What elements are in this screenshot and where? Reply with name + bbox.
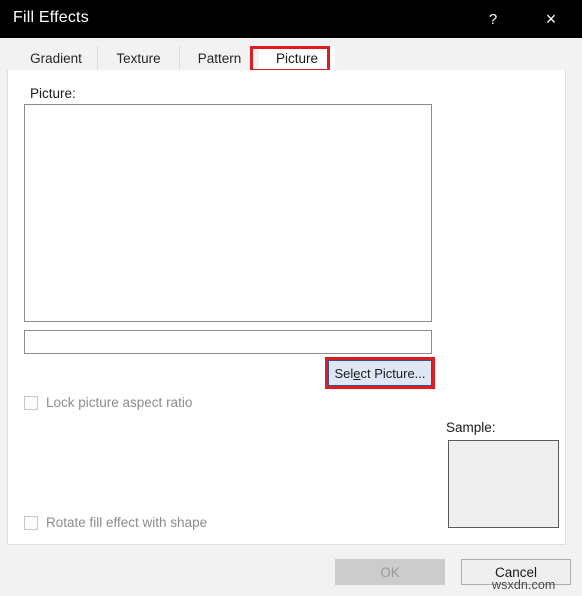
help-icon[interactable]: ? — [470, 0, 516, 38]
checkbox-rotate-fill-effect-label: Rotate fill effect with shape — [46, 515, 208, 530]
fill-effects-dialog: Fill Effects ? × Gradient Texture Patter… — [0, 0, 582, 596]
checkbox-rotate-fill-effect[interactable]: Rotate fill effect with shape — [24, 515, 207, 530]
checkbox-box-icon[interactable] — [24, 515, 38, 530]
tab-texture[interactable]: Texture — [97, 46, 179, 71]
picture-tab-panel: Picture: Sel e ct Picture... Lock picture … — [7, 70, 566, 545]
close-icon[interactable]: × — [528, 0, 574, 38]
sample-label: Sample: — [446, 420, 496, 435]
select-picture-mnemonic: e — [353, 365, 361, 381]
ok-button[interactable]: OK — [335, 559, 445, 585]
tab-picture[interactable]: Picture — [259, 46, 335, 71]
picture-path-input[interactable] — [24, 330, 432, 354]
tab-gradient[interactable]: Gradient — [15, 46, 97, 71]
picture-field-label: Picture: — [30, 86, 76, 101]
select-picture-label-part2: ct Picture... — [360, 365, 426, 381]
checkbox-lock-aspect-ratio[interactable]: Lock picture aspect ratio — [24, 395, 192, 410]
dialog-left-margin — [0, 38, 7, 596]
tab-strip: Gradient Texture Pattern Picture — [7, 41, 566, 71]
tab-pattern[interactable]: Pattern — [179, 46, 259, 71]
select-picture-label-part1: Sel — [334, 365, 354, 381]
dialog-right-margin — [566, 38, 582, 596]
checkbox-lock-aspect-ratio-label: Lock picture aspect ratio — [46, 395, 193, 410]
select-picture-button[interactable]: Sel e ct Picture... — [328, 360, 432, 386]
sample-preview-box — [448, 440, 559, 528]
window-title: Fill Effects — [13, 9, 89, 26]
title-bar: Fill Effects ? × — [0, 0, 582, 38]
picture-preview-box[interactable] — [24, 104, 432, 322]
watermark-text: wsxdn.com — [492, 578, 556, 592]
checkbox-box-icon[interactable] — [24, 395, 38, 410]
